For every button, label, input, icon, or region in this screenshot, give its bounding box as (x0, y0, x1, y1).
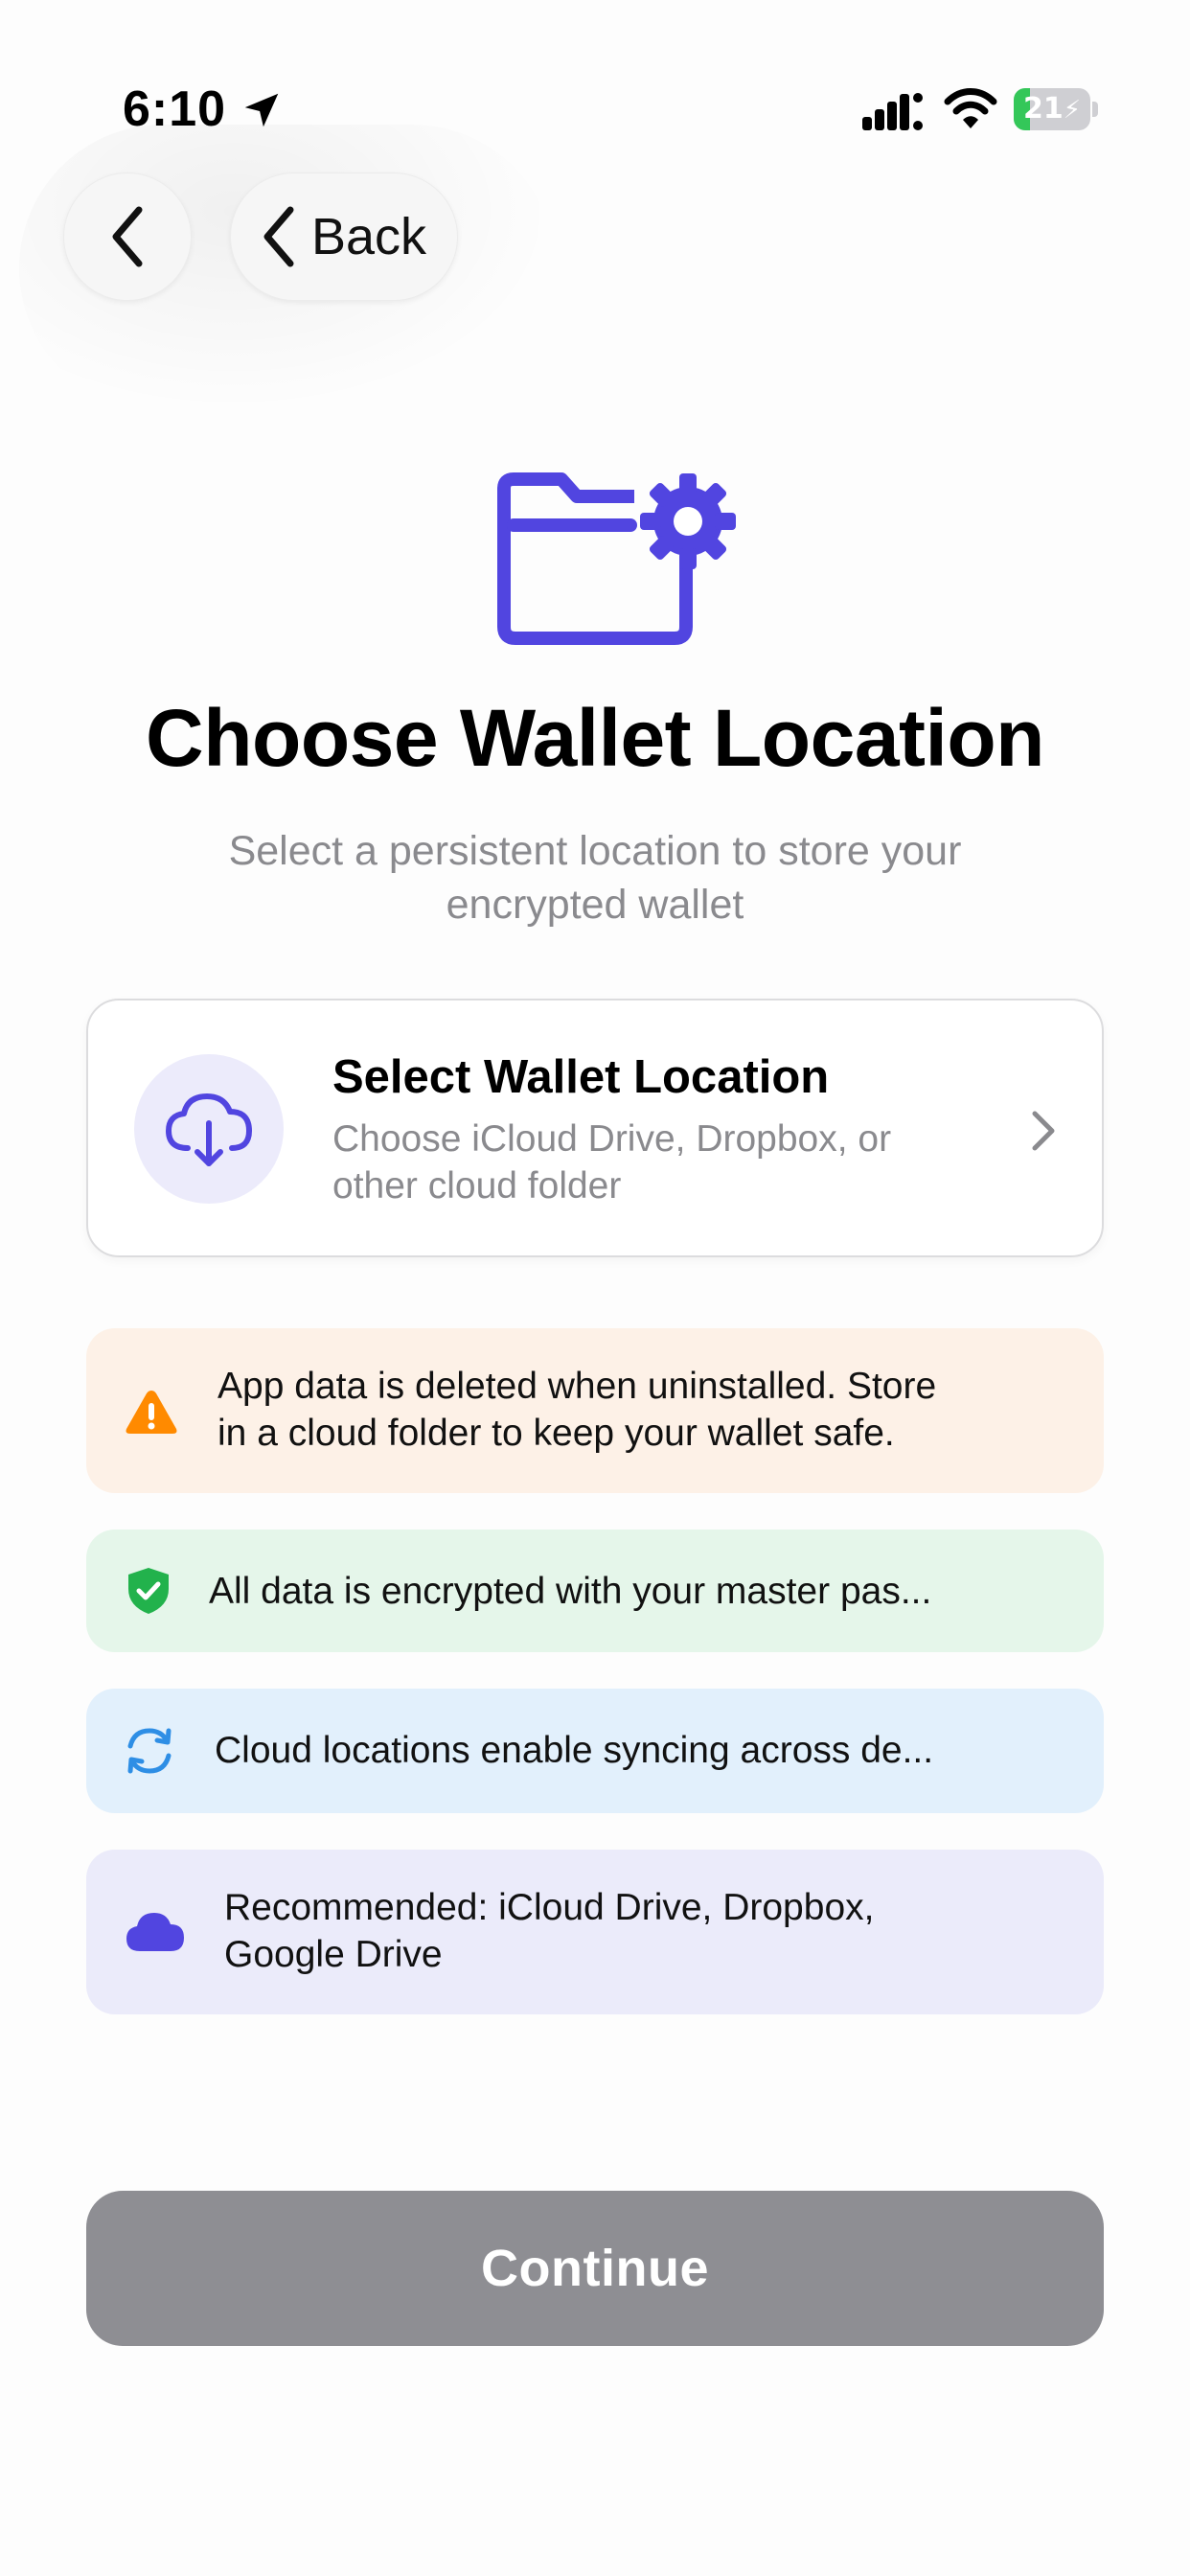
folder-gear-icon (497, 472, 736, 645)
wifi-icon (944, 88, 997, 128)
page-title: Choose Wallet Location (146, 693, 1044, 783)
location-card-title: Select Wallet Location (332, 1051, 830, 1103)
battery-percent: 21 (1022, 92, 1064, 126)
sync-arrows-icon (127, 1728, 172, 1774)
sync-banner: Cloud locations enable syncing across de… (86, 1689, 1104, 1813)
warning-banner: App data is deleted when uninstalled. St… (86, 1328, 1104, 1493)
page-subtitle: Select a persistent location to store yo… (228, 828, 962, 928)
chevron-left-icon (112, 206, 143, 267)
cellular-signal-icon (862, 93, 923, 130)
recommended-text-line2: Google Drive (224, 1934, 443, 1975)
sync-text: Cloud locations enable syncing across de… (215, 1730, 934, 1771)
warning-text-line2: in a cloud folder to keep your wallet sa… (217, 1413, 895, 1454)
recommended-banner: Recommended: iCloud Drive, Dropbox, Goog… (86, 1850, 1104, 2014)
recommended-text-line1: Recommended: iCloud Drive, Dropbox, (224, 1887, 875, 1928)
warning-text-line1: App data is deleted when uninstalled. St… (217, 1366, 937, 1407)
continue-button-label: Continue (481, 2240, 709, 2297)
cloud-icon (126, 1913, 184, 1951)
select-wallet-location-card[interactable]: Select Wallet Location Choose iCloud Dri… (86, 999, 1104, 1257)
cloud-download-icon (166, 1093, 252, 1166)
nav-back-label: Back (311, 208, 427, 265)
warning-triangle-icon (126, 1391, 177, 1434)
nav-back-button[interactable]: Back (230, 172, 458, 301)
chevron-right-icon (1032, 1111, 1055, 1151)
chevron-left-icon (263, 206, 294, 267)
shield-check-icon (128, 1568, 169, 1614)
encryption-banner: All data is encrypted with your master p… (86, 1530, 1104, 1652)
nav-back-circle-button[interactable] (63, 172, 192, 301)
battery-charging-icon: 21⚡ (1014, 88, 1098, 130)
location-card-description: Choose iCloud Drive, Dropbox, or other c… (332, 1118, 892, 1207)
continue-button[interactable]: Continue (86, 2191, 1104, 2346)
cloud-download-badge (134, 1054, 284, 1204)
encryption-text: All data is encrypted with your master p… (209, 1571, 932, 1612)
